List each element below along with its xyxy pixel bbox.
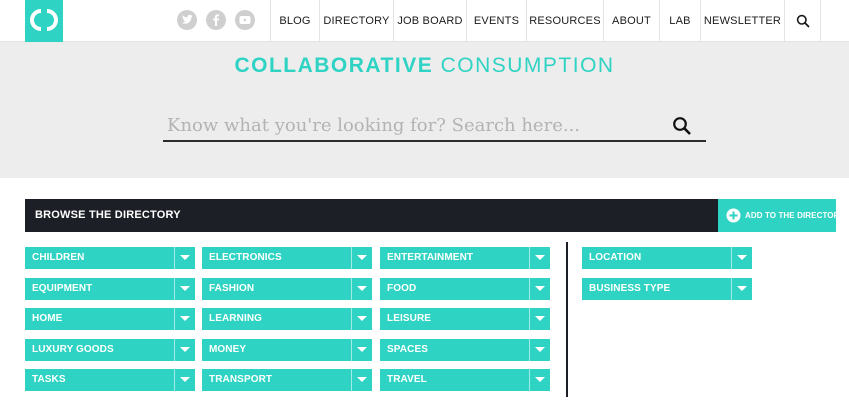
category-travel-dropdown[interactable]: TRAVEL xyxy=(380,369,550,391)
dropdown-separator xyxy=(529,247,530,269)
chevron-down-icon xyxy=(535,377,545,382)
chevron-down-icon xyxy=(357,286,367,291)
browse-title: BROWSE THE DIRECTORY xyxy=(35,209,181,221)
hero-section: COLLABORATIVE CONSUMPTION xyxy=(0,42,849,178)
chevron-down-icon xyxy=(180,255,190,260)
dropdown-separator xyxy=(529,278,530,300)
dropdown-label: FASHION xyxy=(209,283,255,294)
nav-events[interactable]: EVENTS xyxy=(466,0,526,42)
nav-blog[interactable]: BLOG xyxy=(270,0,319,42)
dropdown-separator xyxy=(731,278,732,300)
search-bar xyxy=(163,108,706,142)
chevron-down-icon xyxy=(180,316,190,321)
dropdown-label: HOME xyxy=(32,313,63,324)
page-title: COLLABORATIVE CONSUMPTION xyxy=(0,54,849,78)
browse-directory-bar: BROWSE THE DIRECTORY xyxy=(25,199,718,232)
nav-newsletter[interactable]: NEWSLETTER xyxy=(700,0,784,42)
category-children-dropdown[interactable]: CHILDREN xyxy=(25,247,195,269)
dropdown-separator xyxy=(174,308,175,330)
dropdown-separator xyxy=(731,247,732,269)
category-leisure-dropdown[interactable]: LEISURE xyxy=(380,308,550,330)
chevron-down-icon xyxy=(535,255,545,260)
dropdown-separator xyxy=(351,247,352,269)
dropdown-label: LOCATION xyxy=(589,252,642,263)
site-header: BLOG DIRECTORY JOB BOARD EVENTS RESOURCE… xyxy=(0,0,849,46)
category-learning-dropdown[interactable]: LEARNING xyxy=(202,308,372,330)
twitter-icon[interactable] xyxy=(177,10,197,30)
dropdown-separator xyxy=(174,247,175,269)
category-tasks-dropdown[interactable]: TASKS xyxy=(25,369,195,391)
plus-circle-icon xyxy=(726,208,741,223)
search-input[interactable] xyxy=(167,110,657,140)
chevron-down-icon xyxy=(357,316,367,321)
chevron-down-icon xyxy=(357,255,367,260)
dropdown-label: SPACES xyxy=(387,344,428,355)
chevron-down-icon xyxy=(535,286,545,291)
main-nav: BLOG DIRECTORY JOB BOARD EVENTS RESOURCE… xyxy=(270,0,821,42)
dropdown-label: TASKS xyxy=(32,374,66,385)
category-equipment-dropdown[interactable]: EQUIPMENT xyxy=(25,278,195,300)
nav-job-board[interactable]: JOB BOARD xyxy=(393,0,466,42)
dropdown-separator xyxy=(351,278,352,300)
facebook-icon[interactable] xyxy=(206,10,226,30)
dropdown-label: ELECTRONICS xyxy=(209,252,282,263)
nav-directory[interactable]: DIRECTORY xyxy=(319,0,393,42)
column-divider xyxy=(566,242,568,397)
chevron-down-icon xyxy=(535,347,545,352)
chevron-down-icon xyxy=(737,286,747,291)
chevron-down-icon xyxy=(180,347,190,352)
dropdown-separator xyxy=(351,339,352,361)
dropdown-separator xyxy=(174,369,175,391)
title-bold: COLLABORATIVE xyxy=(234,54,434,77)
nav-about[interactable]: ABOUT xyxy=(603,0,659,42)
dropdown-label: LUXURY GOODS xyxy=(32,344,114,355)
dropdown-label: LEISURE xyxy=(387,313,432,324)
dropdown-label: FOOD xyxy=(387,283,417,294)
dropdown-label: TRAVEL xyxy=(387,374,427,385)
category-food-dropdown[interactable]: FOOD xyxy=(380,278,550,300)
category-entertainment-dropdown[interactable]: ENTERTAINMENT xyxy=(380,247,550,269)
search-button[interactable] xyxy=(672,116,692,136)
logo[interactable] xyxy=(25,0,63,46)
business-type-filter-dropdown[interactable]: BUSINESS TYPE xyxy=(582,278,752,300)
dropdown-separator xyxy=(351,308,352,330)
dropdown-separator xyxy=(351,369,352,391)
dropdown-separator xyxy=(529,308,530,330)
header-search-button[interactable] xyxy=(784,0,821,42)
category-transport-dropdown[interactable]: TRANSPORT xyxy=(202,369,372,391)
category-fashion-dropdown[interactable]: FASHION xyxy=(202,278,372,300)
search-icon xyxy=(796,14,810,28)
category-spaces-dropdown[interactable]: SPACES xyxy=(380,339,550,361)
category-home-dropdown[interactable]: HOME xyxy=(25,308,195,330)
dropdown-separator xyxy=(529,369,530,391)
add-to-directory-label: ADD TO THE DIRECTORY xyxy=(745,211,845,220)
dropdown-label: BUSINESS TYPE xyxy=(589,283,671,294)
chevron-down-icon xyxy=(180,286,190,291)
dropdown-label: LEARNING xyxy=(209,313,263,324)
chevron-down-icon xyxy=(535,316,545,321)
location-filter-dropdown[interactable]: LOCATION xyxy=(582,247,752,269)
category-luxury-goods-dropdown[interactable]: LUXURY GOODS xyxy=(25,339,195,361)
chevron-down-icon xyxy=(737,255,747,260)
search-icon xyxy=(673,117,691,135)
dropdown-label: ENTERTAINMENT xyxy=(387,252,474,263)
dropdown-label: MONEY xyxy=(209,344,247,355)
chevron-down-icon xyxy=(357,377,367,382)
dropdown-label: CHILDREN xyxy=(32,252,85,263)
category-electronics-dropdown[interactable]: ELECTRONICS xyxy=(202,247,372,269)
dropdown-label: TRANSPORT xyxy=(209,374,273,385)
logo-icon xyxy=(25,0,63,46)
nav-resources[interactable]: RESOURCES xyxy=(526,0,603,42)
dropdown-separator xyxy=(529,339,530,361)
category-money-dropdown[interactable]: MONEY xyxy=(202,339,372,361)
youtube-icon[interactable] xyxy=(235,10,255,30)
chevron-down-icon xyxy=(180,377,190,382)
dropdown-separator xyxy=(174,339,175,361)
dropdown-label: EQUIPMENT xyxy=(32,283,93,294)
chevron-down-icon xyxy=(357,347,367,352)
dropdown-separator xyxy=(174,278,175,300)
title-light: CONSUMPTION xyxy=(440,54,615,77)
nav-lab[interactable]: LAB xyxy=(659,0,700,42)
add-to-directory-button[interactable]: ADD TO THE DIRECTORY xyxy=(718,199,845,232)
